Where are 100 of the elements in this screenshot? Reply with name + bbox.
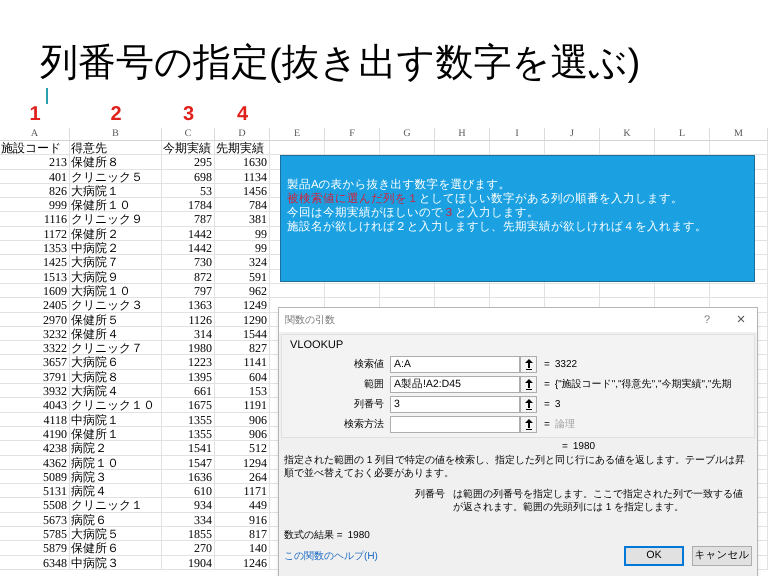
argument-label: 検索値	[353, 358, 385, 372]
table-cell: 1630	[243, 155, 267, 170]
argument-input[interactable]	[390, 416, 520, 433]
function-name: VLOOKUP	[290, 338, 344, 352]
table-cell: 827	[249, 341, 267, 356]
column-header[interactable]: L	[655, 128, 710, 140]
column-header[interactable]: D	[215, 128, 270, 140]
table-cell: 381	[249, 212, 267, 226]
table-cell: 295	[194, 155, 212, 170]
help-link[interactable]: この関数のヘルプ(H)	[284, 548, 378, 564]
argument-help-label: 列番号	[415, 488, 446, 502]
column-header[interactable]: A	[0, 128, 70, 140]
header-cell: 今期実績	[163, 141, 211, 155]
column-header[interactable]: M	[710, 128, 768, 140]
argument-result: 3	[554, 398, 560, 412]
table-cell: 270	[194, 541, 212, 556]
table-cell: 大病院１	[71, 184, 119, 198]
table-cell: 698	[194, 170, 212, 184]
equals-sign: =	[562, 440, 568, 454]
collapse-button[interactable]	[520, 396, 537, 413]
table-cell: 病院３	[71, 470, 107, 484]
column-header[interactable]: I	[490, 128, 545, 140]
table-cell: 1904	[188, 556, 212, 570]
table-cell: 3232	[43, 326, 67, 341]
table-cell: 3657	[43, 355, 67, 370]
table-cell: 1442	[188, 226, 212, 241]
table-cell: 1353	[43, 241, 67, 256]
table-cell: 610	[194, 484, 212, 498]
table-cell: 1855	[188, 527, 212, 542]
column-number-label: 1	[29, 102, 41, 126]
table-cell: 730	[194, 255, 212, 270]
close-button[interactable]: ×	[731, 308, 751, 332]
table-cell: 1609	[43, 284, 67, 298]
argument-result: 論理	[554, 418, 575, 432]
table-cell: 661	[194, 384, 212, 398]
column-number-label: 2	[110, 102, 122, 126]
table-cell: 826	[49, 184, 67, 198]
argument-label: 範囲	[363, 378, 385, 392]
argument-input[interactable]: A製品!A2:D45	[390, 376, 520, 393]
equals-sign: =	[544, 418, 550, 432]
table-cell: 401	[49, 170, 67, 184]
column-header[interactable]: J	[545, 128, 600, 140]
table-cell: 449	[249, 498, 267, 512]
table-cell: 797	[194, 284, 212, 298]
column-header[interactable]: G	[380, 128, 435, 140]
table-cell: 大病院４	[71, 384, 119, 398]
table-cell: 1355	[188, 426, 212, 441]
table-cell: 906	[249, 412, 267, 427]
table-cell: 999	[49, 198, 67, 212]
table-cell: 817	[249, 527, 267, 542]
table-cell: 140	[249, 541, 267, 556]
dialog-button[interactable]: OK	[624, 546, 684, 566]
table-cell: 保健所８	[71, 155, 119, 170]
column-header[interactable]: C	[162, 128, 215, 140]
table-cell: 334	[194, 512, 212, 527]
table-cell: 3791	[43, 370, 67, 384]
dialog-button[interactable]: キャンセル	[692, 546, 752, 566]
table-cell: 5673	[43, 512, 67, 527]
table-cell: 1541	[188, 441, 212, 456]
table-cell: クリニック７	[71, 341, 143, 356]
table-cell: 病院２	[71, 441, 107, 456]
help-button[interactable]: ?	[697, 312, 717, 328]
table-cell: クリニック１０	[71, 398, 155, 412]
table-cell: 872	[194, 270, 212, 284]
function-result: 1980	[572, 440, 596, 454]
arrow-up-icon	[524, 379, 532, 390]
table-cell: 中病院３	[71, 556, 119, 570]
argument-input[interactable]: A:A	[390, 356, 520, 373]
table-cell: 保健所６	[71, 541, 119, 556]
table-cell: クリニック１	[71, 498, 143, 512]
table-cell: 1116	[44, 212, 67, 226]
table-cell: 99	[255, 226, 267, 241]
table-cell: 1456	[243, 184, 267, 198]
table-cell: 1513	[43, 270, 67, 284]
formula-result: 1980	[348, 530, 370, 541]
table-cell: 787	[194, 212, 212, 226]
column-header[interactable]: H	[435, 128, 490, 140]
argument-help-text: は範囲の列番号を指定します。ここで指定された列で一致する値が返されます。範囲の先頭列には 1 を指定します。	[453, 488, 744, 514]
slide-title: 列番号の指定(抜き出す数字を選ぶ)	[40, 41, 640, 86]
column-header[interactable]: B	[70, 128, 162, 140]
argument-label: 検索方法	[343, 418, 385, 432]
table-cell: 1249	[243, 298, 267, 312]
dialog-title: 関数の引数	[285, 314, 335, 328]
table-cell: 1675	[188, 398, 212, 412]
column-header[interactable]: F	[325, 128, 380, 140]
equals-sign: =	[544, 358, 550, 372]
argument-input[interactable]: 3	[390, 396, 520, 413]
header-cell: 先期実績	[216, 141, 264, 155]
table-cell: 512	[249, 441, 267, 456]
table-cell: 6348	[43, 556, 67, 570]
table-cell: 5879	[43, 541, 67, 556]
collapse-button[interactable]	[520, 376, 537, 393]
table-cell: 3322	[43, 341, 67, 356]
collapse-button[interactable]	[520, 356, 537, 373]
table-cell: 5508	[43, 498, 67, 512]
arrow-up-icon	[524, 359, 532, 370]
collapse-button[interactable]	[520, 416, 537, 433]
column-header[interactable]: K	[600, 128, 655, 140]
column-header[interactable]: E	[270, 128, 325, 140]
table-cell: 153	[249, 384, 267, 398]
